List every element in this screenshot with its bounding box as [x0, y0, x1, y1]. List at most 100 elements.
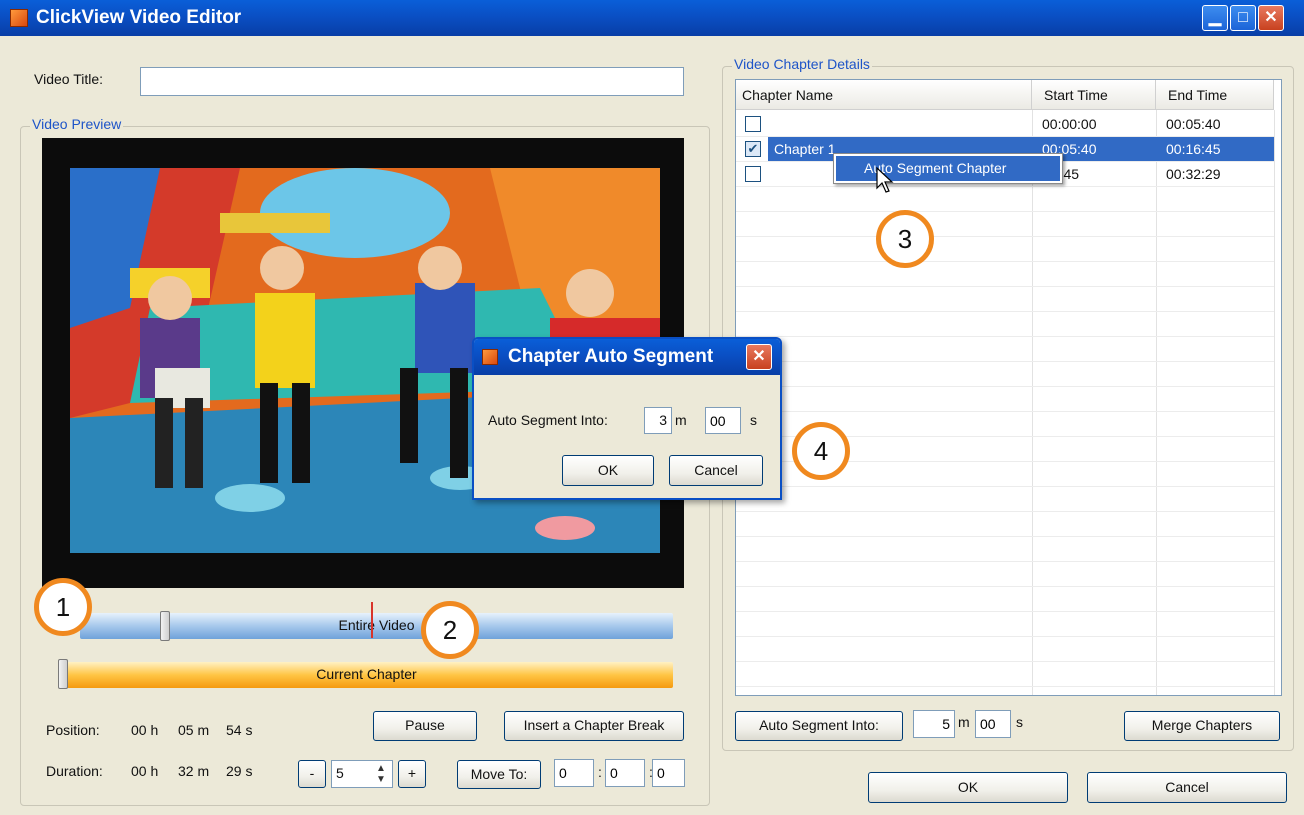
- table-row[interactable]: 00:00:00 00:05:40: [736, 112, 1272, 136]
- row-gridline: [736, 236, 1274, 237]
- chapter-name-cell: Chapter 1: [774, 141, 836, 157]
- duration-seconds: 29 s: [226, 763, 253, 779]
- row-gridline: [736, 286, 1274, 287]
- dialog-titlebar: Chapter Auto Segment ✕: [474, 339, 780, 375]
- step-plus-button[interactable]: +: [398, 760, 426, 788]
- entire-video-slider-thumb[interactable]: [160, 611, 170, 641]
- row-gridline: [736, 386, 1274, 387]
- ok-button[interactable]: OK: [868, 772, 1068, 803]
- context-menu: Auto Segment Chapter: [833, 153, 1063, 184]
- dialog-auto-segment-label: Auto Segment Into:: [488, 412, 608, 428]
- start-time-cell: 00:00:00: [1042, 116, 1097, 132]
- time-separator: :: [598, 764, 602, 780]
- minutes-unit-label: m: [958, 714, 970, 730]
- seconds-unit-label: s: [1016, 714, 1023, 730]
- row-gridline: [736, 261, 1274, 262]
- row-gridline: [736, 336, 1274, 337]
- row-gridline: [736, 636, 1274, 637]
- end-time-cell: 00:05:40: [1166, 116, 1221, 132]
- auto-segment-minutes-input[interactable]: [913, 710, 955, 738]
- column-divider: [1274, 110, 1275, 695]
- row-gridline: [736, 211, 1274, 212]
- dialog-minutes-stepper[interactable]: 3: [644, 407, 672, 434]
- dialog-minutes-value: 3: [659, 412, 667, 428]
- position-label: Position:: [46, 722, 100, 738]
- dialog-seconds-unit: s: [750, 412, 757, 428]
- close-icon: ✕: [1264, 9, 1278, 26]
- auto-segment-chapter-menu-item[interactable]: Auto Segment Chapter: [836, 156, 1060, 181]
- column-header-end-time[interactable]: End Time: [1156, 80, 1274, 110]
- duration-hours: 00 h: [131, 763, 159, 779]
- step-minus-button[interactable]: -: [298, 760, 326, 788]
- merge-chapters-button[interactable]: Merge Chapters: [1124, 711, 1280, 741]
- dialog-ok-button[interactable]: OK: [562, 455, 654, 486]
- move-to-seconds-input[interactable]: [652, 759, 685, 787]
- current-chapter-label: Current Chapter: [316, 666, 417, 682]
- window-titlebar: ClickView Video Editor ▁ □ ✕: [0, 0, 1304, 36]
- row-gridline: [736, 586, 1274, 587]
- window-title: ClickView Video Editor: [36, 7, 242, 28]
- dialog-minutes-unit: m: [675, 412, 687, 428]
- move-to-button[interactable]: Move To:: [457, 760, 541, 789]
- callout-4: 4: [792, 422, 850, 480]
- callout-3: 3: [876, 210, 934, 268]
- row-gridline: [736, 686, 1274, 687]
- position-hours: 00 h: [131, 722, 159, 738]
- row-gridline: [736, 411, 1274, 412]
- chapter-marker: [371, 602, 373, 638]
- row-gridline: [736, 561, 1274, 562]
- auto-segment-into-button[interactable]: Auto Segment Into:: [735, 711, 903, 741]
- column-divider: [1156, 110, 1157, 695]
- dialog-app-icon: [482, 349, 498, 365]
- row-checkbox[interactable]: [745, 166, 761, 182]
- video-title-label: Video Title:: [34, 71, 104, 87]
- step-value: 5: [336, 765, 344, 781]
- column-header-chapter-name[interactable]: Chapter Name: [736, 80, 1032, 110]
- current-chapter-slider-thumb[interactable]: [58, 659, 68, 689]
- duration-minutes: 32 m: [178, 763, 210, 779]
- row-gridline: [736, 486, 1274, 487]
- current-chapter-slider[interactable]: Current Chapter: [60, 662, 673, 688]
- end-time-cell: 00:16:45: [1166, 141, 1221, 157]
- row-checkbox-checked[interactable]: ✔: [745, 141, 761, 157]
- close-icon: ✕: [752, 348, 766, 365]
- chapter-auto-segment-dialog: Chapter Auto Segment ✕ Auto Segment Into…: [472, 337, 782, 500]
- row-gridline: [736, 536, 1274, 537]
- step-stepper[interactable]: 5 ▲ ▼: [331, 760, 393, 788]
- maximize-button[interactable]: □: [1230, 5, 1256, 31]
- row-gridline: [736, 661, 1274, 662]
- move-to-minutes-input[interactable]: [605, 759, 645, 787]
- chapter-details-group-label: Video Chapter Details: [732, 56, 872, 72]
- insert-chapter-break-button[interactable]: Insert a Chapter Break: [504, 711, 684, 741]
- position-minutes: 05 m: [178, 722, 210, 738]
- move-to-hours-input[interactable]: [554, 759, 594, 787]
- app-icon: [10, 9, 28, 27]
- column-header-start-time[interactable]: Start Time: [1032, 80, 1156, 110]
- spin-arrows-icon[interactable]: ▲ ▼: [376, 763, 386, 785]
- row-checkbox[interactable]: [745, 116, 761, 132]
- cancel-button[interactable]: Cancel: [1087, 772, 1287, 803]
- position-seconds: 54 s: [226, 722, 253, 738]
- close-button[interactable]: ✕: [1258, 5, 1284, 31]
- maximize-icon: □: [1238, 9, 1248, 26]
- video-title-input[interactable]: [140, 67, 684, 96]
- row-gridline: [736, 361, 1274, 362]
- minimize-icon: ▁: [1208, 9, 1222, 26]
- mouse-cursor-icon: [876, 167, 894, 193]
- pause-button[interactable]: Pause: [373, 711, 477, 741]
- callout-2: 2: [421, 601, 479, 659]
- row-gridline: [736, 511, 1274, 512]
- duration-label: Duration:: [46, 763, 103, 779]
- row-gridline: [736, 311, 1274, 312]
- dialog-cancel-button[interactable]: Cancel: [669, 455, 763, 486]
- row-gridline: [736, 186, 1274, 187]
- dialog-seconds-input[interactable]: [705, 407, 741, 434]
- minimize-button[interactable]: ▁: [1202, 5, 1228, 31]
- callout-1: 1: [34, 578, 92, 636]
- dialog-title: Chapter Auto Segment: [508, 346, 714, 367]
- column-divider: [1032, 110, 1033, 695]
- dialog-close-button[interactable]: ✕: [746, 344, 772, 370]
- end-time-cell: 00:32:29: [1166, 166, 1221, 182]
- row-gridline: [736, 611, 1274, 612]
- auto-segment-seconds-input[interactable]: [975, 710, 1011, 738]
